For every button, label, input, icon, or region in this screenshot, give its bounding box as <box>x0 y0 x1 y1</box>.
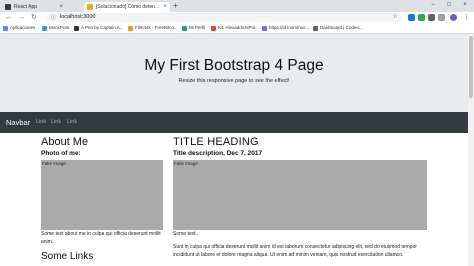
bookmark-label: Film44k - FreeBitco... <box>135 25 178 30</box>
browser-toolbar: ← → ↻ ⓘ localhost:3000 ☆ ⋮ <box>0 12 474 23</box>
fake-image-label: Fake Image <box>42 161 66 166</box>
photo-subheading: Photo of me: <box>41 150 81 157</box>
post-short-text: Some text.. <box>173 231 199 237</box>
bookmarks-bar: Aplicaciones MockFlow A Pen by Captain A… <box>0 23 474 34</box>
title-description: Title description, Dec 7, 2017 <box>173 150 263 157</box>
bookmark-label: MockFlow <box>49 25 70 30</box>
bookmark-mockflow[interactable]: MockFlow <box>42 23 69 33</box>
about-heading: About Me <box>41 136 89 148</box>
mockflow-icon <box>42 26 47 31</box>
bookmark-label: Kit: AlexaddictsPol... <box>218 25 259 30</box>
back-arrow-icon[interactable]: ← <box>5 12 12 23</box>
minimize-button[interactable]: − <box>426 0 440 10</box>
puzzle-icon[interactable] <box>438 14 445 21</box>
bookmark-label: https://id.loom/nxo... <box>269 25 310 30</box>
extension-icon[interactable] <box>418 14 425 21</box>
codepen-icon <box>74 26 79 31</box>
browser-tab-react-app[interactable]: React App × <box>2 2 66 12</box>
title-heading: TITLE HEADING <box>173 136 259 148</box>
bookmark-label: Dashboard | Codeo... <box>320 25 363 30</box>
new-tab-button[interactable]: + <box>173 1 178 11</box>
fake-image-placeholder: Fake Image <box>41 160 163 230</box>
dashboard-icon <box>313 26 318 31</box>
bookmark-mi-perfil[interactable]: Mi Perfil <box>182 23 205 33</box>
about-text: Some text about me in culpa qui officia … <box>41 231 161 245</box>
bookmark-label: Mi Perfil <box>189 25 206 30</box>
maximize-button[interactable]: □ <box>442 0 456 10</box>
tab-title: [Solucionado] Cómo detener un <box>96 4 160 10</box>
close-tab-icon[interactable]: × <box>163 2 167 12</box>
extension-icon[interactable] <box>408 14 415 21</box>
bookmark-loom[interactable]: https://id.loom/nxo... <box>262 23 309 33</box>
loom-icon <box>262 26 267 31</box>
bookmark-pen[interactable]: A Pen by Captain A... <box>74 23 124 33</box>
close-tab-icon[interactable]: × <box>59 2 63 12</box>
jumbotron: My First Bootstrap 4 Page Resize this re… <box>0 34 468 112</box>
browser-tab-solucionado[interactable]: [Solucionado] Cómo detener un × <box>84 2 170 12</box>
bookmark-kit[interactable]: Kit: AlexaddictsPol... <box>211 23 259 33</box>
navbar: Navbar Link Link Link <box>0 112 468 133</box>
react-favicon-icon <box>5 4 11 10</box>
kit-icon <box>211 26 216 31</box>
nav-link-1[interactable]: Link <box>36 112 46 133</box>
nav-link-2[interactable]: Link <box>51 112 61 133</box>
bookmark-dashboard[interactable]: Dashboard | Codeo... <box>313 23 363 33</box>
bookmark-label: A Pen by Captain A... <box>81 25 124 30</box>
navbar-brand[interactable]: Navbar <box>6 112 30 133</box>
forward-arrow-icon[interactable]: → <box>18 12 25 23</box>
bookmark-film44k[interactable]: Film44k - FreeBitco... <box>128 23 178 33</box>
extension-icon[interactable] <box>428 14 435 21</box>
bookmark-label: Aplicaciones <box>10 25 36 30</box>
bookmark-star-icon[interactable]: ☆ <box>393 13 398 22</box>
page-viewport: My First Bootstrap 4 Page Resize this re… <box>0 34 468 266</box>
fake-image-placeholder: Fake Image <box>173 160 427 230</box>
profile-avatar[interactable] <box>450 14 457 21</box>
some-links-heading: Some Links <box>41 251 94 262</box>
post-body-text: Sunt in culpa qui officia deserunt molli… <box>173 244 417 258</box>
menu-kebab-icon[interactable]: ⋮ <box>463 12 470 23</box>
scrollbar-thumb[interactable] <box>469 36 473 98</box>
info-icon[interactable]: ⓘ <box>51 14 56 21</box>
profile-icon <box>182 26 187 31</box>
site-favicon-icon <box>87 4 93 10</box>
apps-grid-icon <box>3 26 8 31</box>
address-bar[interactable]: ⓘ localhost:3000 ☆ <box>47 13 402 22</box>
tab-title: React App <box>14 4 38 10</box>
bookmark-apps[interactable]: Aplicaciones <box>3 23 35 33</box>
browser-tab-strip: React App × [Solucionado] Cómo detener u… <box>0 0 474 12</box>
reload-icon[interactable]: ↻ <box>31 12 37 23</box>
close-window-button[interactable]: × <box>458 0 472 10</box>
bitcoin-icon <box>128 26 133 31</box>
page-subtitle: Resize this responsive page to see the e… <box>178 78 290 84</box>
url-text: localhost:3000 <box>60 14 96 20</box>
nav-link-3[interactable]: Link <box>67 112 77 133</box>
page-title: My First Bootstrap 4 Page <box>144 57 324 74</box>
fake-image-label: Fake Image <box>174 161 198 166</box>
